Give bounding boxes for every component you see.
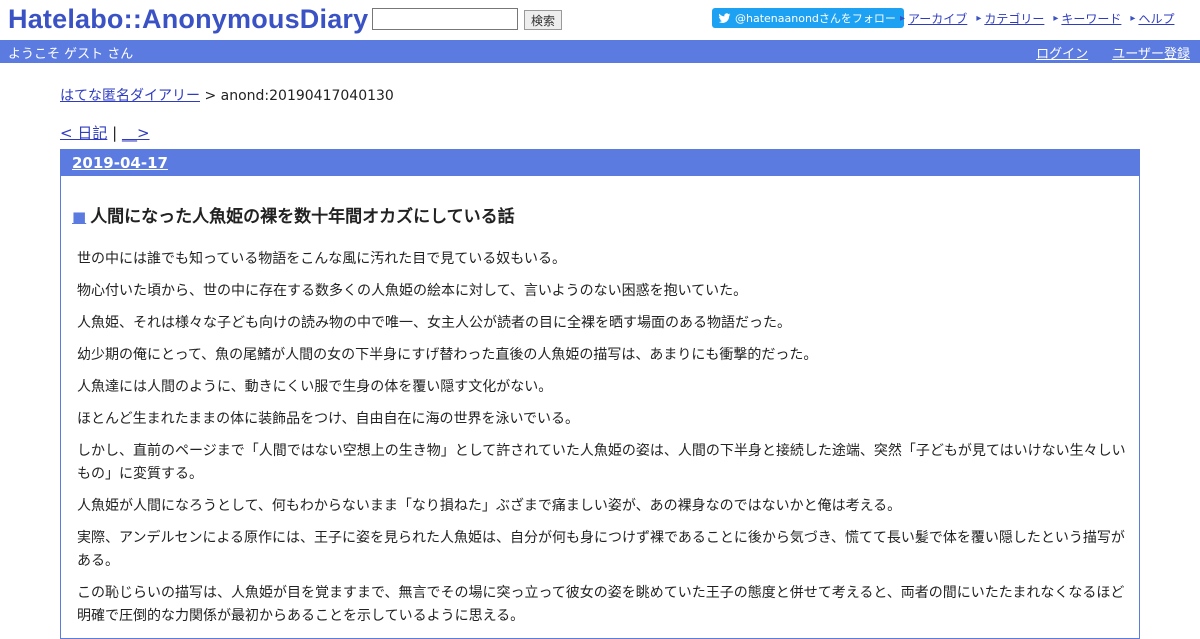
search-button[interactable]: 検索 (524, 10, 563, 30)
entry-paragraph: 人魚姫、それは様々な子ども向けの読み物の中で唯一、女主人公が読者の目に全裸を晒す… (77, 315, 791, 331)
nav-arrow-icon: ▸ (900, 13, 906, 24)
nav-arrow-icon: ▸ (1130, 13, 1136, 24)
user-bar: ようこそ ゲスト さん ログイン ユーザー登録 (0, 40, 1200, 63)
entry-paragraph: 実際、アンデルセンによる原作には、王子に姿を見られた人魚姫は、自分が何も身につけ… (77, 530, 1125, 569)
nav-link-archive[interactable]: アーカイブ (908, 10, 967, 27)
breadcrumb: はてな匿名ダイアリー > anond:20190417040130 (60, 85, 394, 105)
nav-arrow-icon: ▸ (976, 13, 982, 24)
diary-day-section: 2019-04-17 ■ 人間になった人魚姫の裸を数十年間オカズにしている話 世の… (60, 149, 1140, 639)
nav-link-keyword[interactable]: キーワード (1061, 10, 1121, 27)
prev-entry-link[interactable]: < 日記 (60, 124, 107, 142)
top-nav-links: ▸ アーカイブ ▸ カテゴリー ▸ キーワード ▸ ヘルプ (900, 10, 1183, 27)
entry-permalink-square-icon[interactable]: ■ (72, 208, 86, 226)
entry-paragraph: 世の中には誰でも知っている物語をこんな風に汚れた目で見ている奴もいる。 (77, 251, 567, 267)
twitter-follow-button[interactable]: @hatenaanondさんをフォロー (712, 8, 904, 28)
entry-paragraph: 人魚姫が人間になろうとして、何もわからないまま「なり損ねた」ぶざまで痛ましい姿が… (77, 498, 902, 514)
site-logo[interactable]: Hatelabo::AnonymousDiary (8, 4, 368, 35)
search-input[interactable] (372, 8, 518, 30)
follow-label: @hatenaanondさんをフォロー (735, 12, 896, 25)
next-entry-link[interactable]: __> (122, 124, 150, 142)
entry-paragraph: しかし、直前のページまで「人間ではない空想上の生き物」として許されていた人魚姫の… (77, 443, 1126, 482)
twitter-bird-icon (718, 12, 731, 23)
breadcrumb-current: anond:20190417040130 (220, 88, 394, 104)
login-link[interactable]: ログイン (1036, 47, 1088, 62)
entry-date-link[interactable]: 2019-04-17 (72, 154, 168, 172)
entry-paragraph: この恥じらいの描写は、人魚姫が目を覚ますまで、無言でその場に突っ立って彼女の姿を… (77, 585, 1125, 624)
nav-arrow-icon: ▸ (1053, 13, 1059, 24)
entry-paragraph: 幼少期の俺にとって、魚の尾鰭が人間の女の下半身にすげ替わった直後の人魚姫の描写は… (77, 347, 818, 363)
entry-title-text: 人間になった人魚姫の裸を数十年間オカズにしている話 (90, 207, 515, 227)
pager: < 日記 | __> (60, 122, 150, 143)
entry-paragraph: 人魚達には人間のように、動きにくい服で生身の体を覆い隠す文化がない。 (77, 379, 553, 395)
entry-paragraph: 物心付いた頃から、世の中に存在する数多くの人魚姫の絵本に対して、言いようのない困… (77, 283, 748, 299)
day-header (61, 150, 1139, 176)
pager-divider: | (107, 124, 122, 142)
nav-link-category[interactable]: カテゴリー (984, 10, 1044, 27)
register-link[interactable]: ユーザー登録 (1112, 47, 1190, 62)
entry-paragraph: ほとんど生まれたままの体に装飾品をつけ、自由自在に海の世界を泳いでいる。 (77, 411, 580, 427)
entry-title: ■ 人間になった人魚姫の裸を数十年間オカズにしている話 (72, 202, 515, 227)
entry-body: 世の中には誰でも知っている物語をこんな風に汚れた目で見ている奴もいる。 物心付い… (77, 248, 1129, 637)
welcome-text: ようこそ ゲスト さん (8, 47, 134, 62)
top-header: Hatelabo::AnonymousDiary 検索 @hatenaanond… (0, 0, 1200, 40)
breadcrumb-root-link[interactable]: はてな匿名ダイアリー (60, 88, 200, 104)
nav-link-help[interactable]: ヘルプ (1138, 10, 1174, 27)
breadcrumb-separator: > (200, 88, 221, 104)
